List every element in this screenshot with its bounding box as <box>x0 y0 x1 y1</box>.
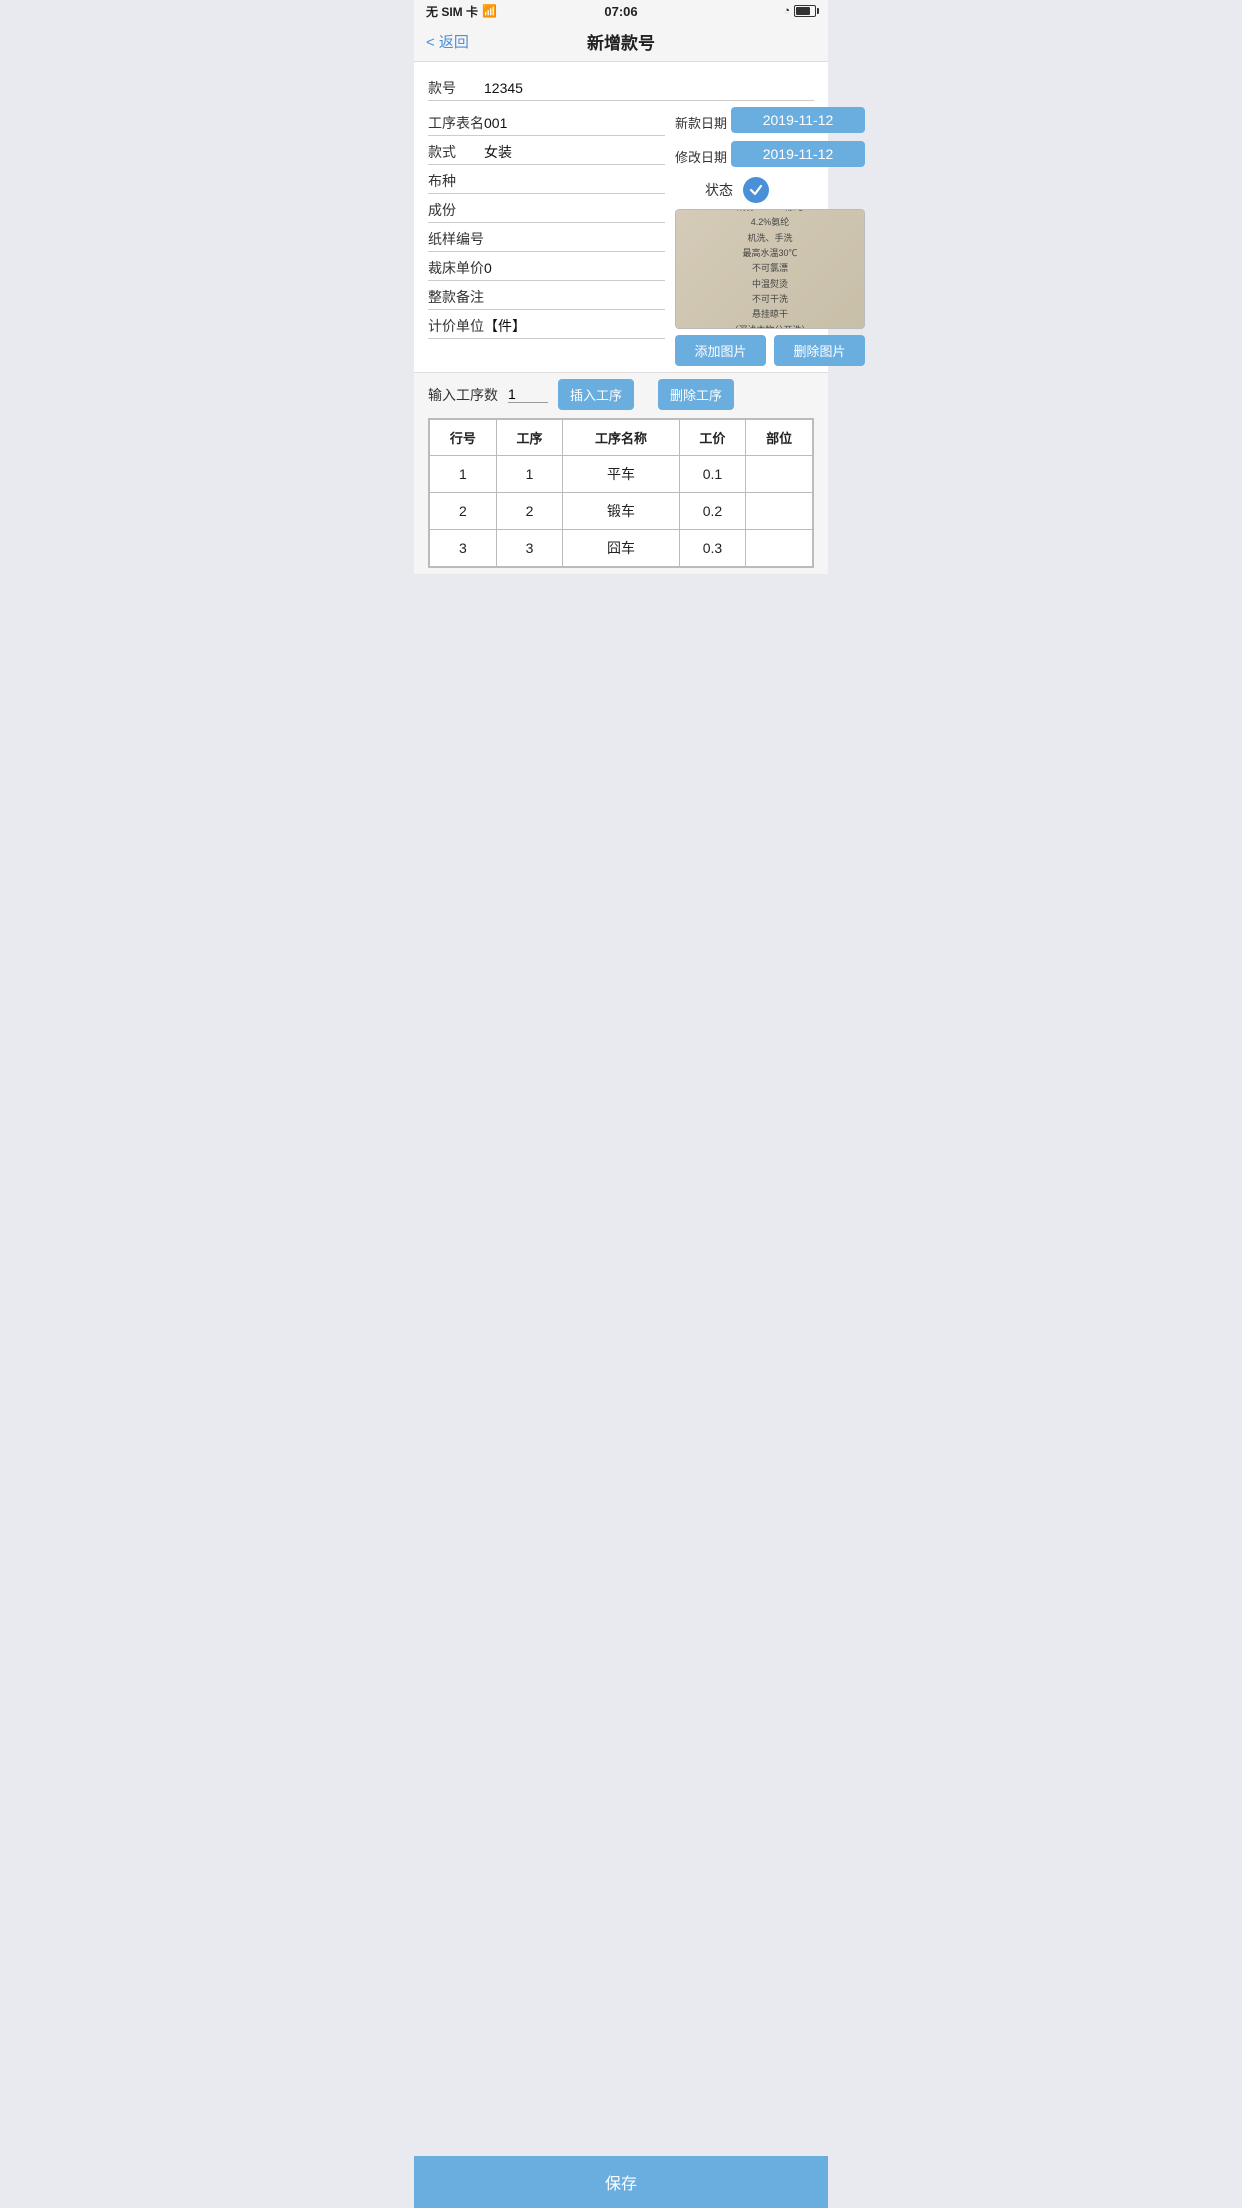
table-body: 1 1 平车 0.1 2 2 锻车 0.2 3 3 囧车 0.3 <box>430 456 813 567</box>
th-hanghao: 行号 <box>430 420 497 456</box>
carrier-text: 无 SIM 卡 <box>426 3 478 20</box>
nav-bar: < 返回 新增款号 <box>414 22 828 62</box>
td-gongjia: 0.1 <box>679 456 746 493</box>
gongxu-input[interactable] <box>484 115 665 131</box>
wifi-icon: 📶 <box>482 4 497 18</box>
xiugai-label: 修改日期 <box>675 147 727 166</box>
add-image-button[interactable]: 添加图片 <box>675 335 766 366</box>
back-button[interactable]: < 返回 <box>426 31 469 52</box>
kuanshi-label: 款式 <box>428 142 484 162</box>
zhiyang-label: 纸样编号 <box>428 229 484 249</box>
delete-image-button[interactable]: 删除图片 <box>774 335 865 366</box>
td-gongxu: 3 <box>496 530 563 567</box>
chengfen-label: 成份 <box>428 200 484 220</box>
mid-section: 工序表名 款式 布种 成份 纸样编号 <box>428 101 814 372</box>
location-icon: ◔ <box>783 5 790 17</box>
th-buwei: 部位 <box>746 420 813 456</box>
td-buwei <box>746 456 813 493</box>
status-time: 07:06 <box>604 4 637 19</box>
td-hanghao: 2 <box>430 493 497 530</box>
form-content: 款号 工序表名 款式 布种 成份 <box>414 62 828 372</box>
table-row[interactable]: 3 3 囧车 0.3 <box>430 530 813 567</box>
td-buwei <box>746 530 813 567</box>
kuanhao-field-row: 款号 <box>428 72 814 101</box>
chengfen-field-row: 成份 <box>428 194 665 223</box>
status-right: ◔ <box>783 5 816 17</box>
td-gongjia: 0.3 <box>679 530 746 567</box>
xiugai-row: 修改日期 2019-11-12 <box>675 141 865 171</box>
process-section: 输入工序数 插入工序 删除工序 行号 工序 工序名称 工价 部位 1 1 平车 … <box>414 372 828 574</box>
jijia-label: 计价单位 <box>428 316 484 336</box>
td-hanghao: 1 <box>430 456 497 493</box>
gongxu-label: 工序表名 <box>428 113 484 133</box>
kuanhao-input[interactable] <box>484 80 814 96</box>
page-title: 新增款号 <box>587 29 655 54</box>
kuanhao-label: 款号 <box>428 78 484 98</box>
battery-fill <box>796 7 810 15</box>
table-row[interactable]: 2 2 锻车 0.2 <box>430 493 813 530</box>
th-gongxu: 工序 <box>496 420 563 456</box>
process-count-input[interactable] <box>508 386 548 403</box>
td-gongxu: 2 <box>496 493 563 530</box>
left-col: 工序表名 款式 布种 成份 纸样编号 <box>428 107 665 366</box>
zhiyang-field-row: 纸样编号 <box>428 223 665 252</box>
xinkuan-label: 新款日期 <box>675 113 727 132</box>
buzhong-label: 布种 <box>428 171 484 191</box>
battery-icon <box>794 5 816 17</box>
kuanshi-field-row: 款式 <box>428 136 665 165</box>
jijia-field-row: 计价单位 <box>428 310 665 339</box>
xiugai-date-btn[interactable]: 2019-11-12 <box>731 141 865 167</box>
process-input-label: 输入工序数 <box>428 385 498 405</box>
th-gongxumingcheng: 工序名称 <box>563 420 679 456</box>
kuanshi-input[interactable] <box>484 144 665 160</box>
buzhong-field-row: 布种 <box>428 165 665 194</box>
delete-process-button[interactable]: 删除工序 <box>658 379 734 410</box>
td-gongxumingcheng: 平车 <box>563 456 679 493</box>
beizhu-field-row: 整款备注 <box>428 281 665 310</box>
insert-process-button[interactable]: 插入工序 <box>558 379 634 410</box>
process-table: 行号 工序 工序名称 工价 部位 1 1 平车 0.1 2 2 锻车 0.2 3… <box>429 419 813 567</box>
beizhu-input[interactable] <box>484 289 665 305</box>
fabric-image-content: 成份: 95.8%涤纶4.2%氨纶机洗、手洗最高水温30℃不可氯漂中温熨烫不可干… <box>676 210 864 328</box>
caichuang-label: 裁床单价 <box>428 258 484 278</box>
status-left: 无 SIM 卡 📶 <box>426 3 497 20</box>
buzhong-input[interactable] <box>484 173 665 189</box>
zhuangtai-row: 状态 <box>675 177 865 203</box>
caichuang-input[interactable] <box>484 260 665 276</box>
table-row[interactable]: 1 1 平车 0.1 <box>430 456 813 493</box>
process-input-row: 输入工序数 插入工序 删除工序 <box>428 379 814 410</box>
fabric-image: 成份: 95.8%涤纶4.2%氨纶机洗、手洗最高水温30℃不可氯漂中温熨烫不可干… <box>675 209 865 329</box>
caichuang-field-row: 裁床单价 <box>428 252 665 281</box>
td-gongxumingcheng: 锻车 <box>563 493 679 530</box>
right-col: 新款日期 2019-11-12 修改日期 2019-11-12 状态 <box>675 107 865 366</box>
td-hanghao: 3 <box>430 530 497 567</box>
zhuangtai-label: 状态 <box>705 180 733 200</box>
td-gongjia: 0.2 <box>679 493 746 530</box>
gongxu-field-row: 工序表名 <box>428 107 665 136</box>
table-header: 行号 工序 工序名称 工价 部位 <box>430 420 813 456</box>
xinkuan-row: 新款日期 2019-11-12 <box>675 107 865 137</box>
xinkuan-date-btn[interactable]: 2019-11-12 <box>731 107 865 133</box>
th-gongjia: 工价 <box>679 420 746 456</box>
check-icon <box>748 182 764 198</box>
fabric-text: 成份: 95.8%涤纶4.2%氨纶机洗、手洗最高水温30℃不可氯漂中温熨烫不可干… <box>729 209 810 329</box>
chengfen-input[interactable] <box>484 202 665 218</box>
status-bar: 无 SIM 卡 📶 07:06 ◔ <box>414 0 828 22</box>
td-gongxumingcheng: 囧车 <box>563 530 679 567</box>
table-header-row: 行号 工序 工序名称 工价 部位 <box>430 420 813 456</box>
beizhu-label: 整款备注 <box>428 287 484 307</box>
process-table-wrap: 行号 工序 工序名称 工价 部位 1 1 平车 0.1 2 2 锻车 0.2 3… <box>428 418 814 568</box>
jijia-input[interactable] <box>484 318 665 334</box>
zhiyang-input[interactable] <box>484 231 665 247</box>
save-button[interactable]: 保存 <box>414 2156 828 2208</box>
td-gongxu: 1 <box>496 456 563 493</box>
status-check[interactable] <box>743 177 769 203</box>
td-buwei <box>746 493 813 530</box>
bottom-spacer <box>414 574 828 634</box>
image-btn-row: 添加图片 删除图片 <box>675 335 865 366</box>
